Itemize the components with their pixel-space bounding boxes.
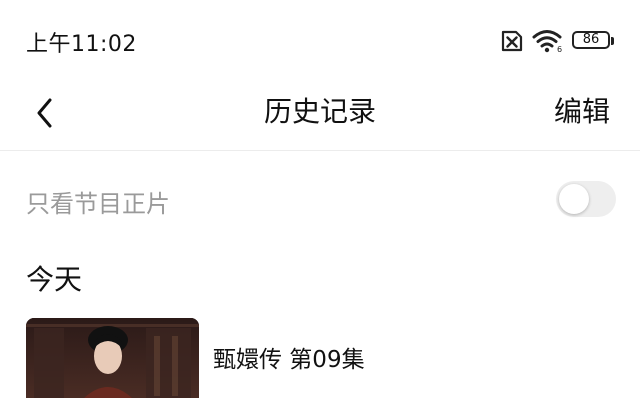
section-title-today: 今天 — [26, 263, 83, 296]
main-feature-only-toggle[interactable] — [556, 181, 616, 217]
video-thumbnail[interactable] — [26, 318, 199, 398]
status-time: 上午11:02 — [26, 32, 137, 57]
wifi-icon: 6 — [532, 29, 564, 53]
filter-row: 只看节目正片 — [0, 174, 640, 226]
edit-button[interactable]: 编辑 — [554, 90, 610, 130]
svg-text:6: 6 — [557, 45, 562, 53]
history-item-title: 甄嬛传 第09集 — [213, 347, 365, 373]
filter-label: 只看节目正片 — [26, 190, 170, 218]
page-title: 历史记录 — [263, 95, 376, 128]
status-icons: 6 86 — [498, 28, 616, 54]
nav-bar: 历史记录 编辑 — [0, 80, 640, 150]
status-bar: 上午11:02 6 86 — [0, 0, 640, 80]
toggle-knob — [559, 184, 589, 214]
battery-icon: 86 — [572, 31, 616, 51]
sim-blocked-icon — [498, 30, 524, 52]
history-item[interactable]: 甄嬛传 第09集 — [0, 318, 640, 398]
battery-level: 86 — [582, 32, 600, 47]
divider — [0, 150, 640, 151]
